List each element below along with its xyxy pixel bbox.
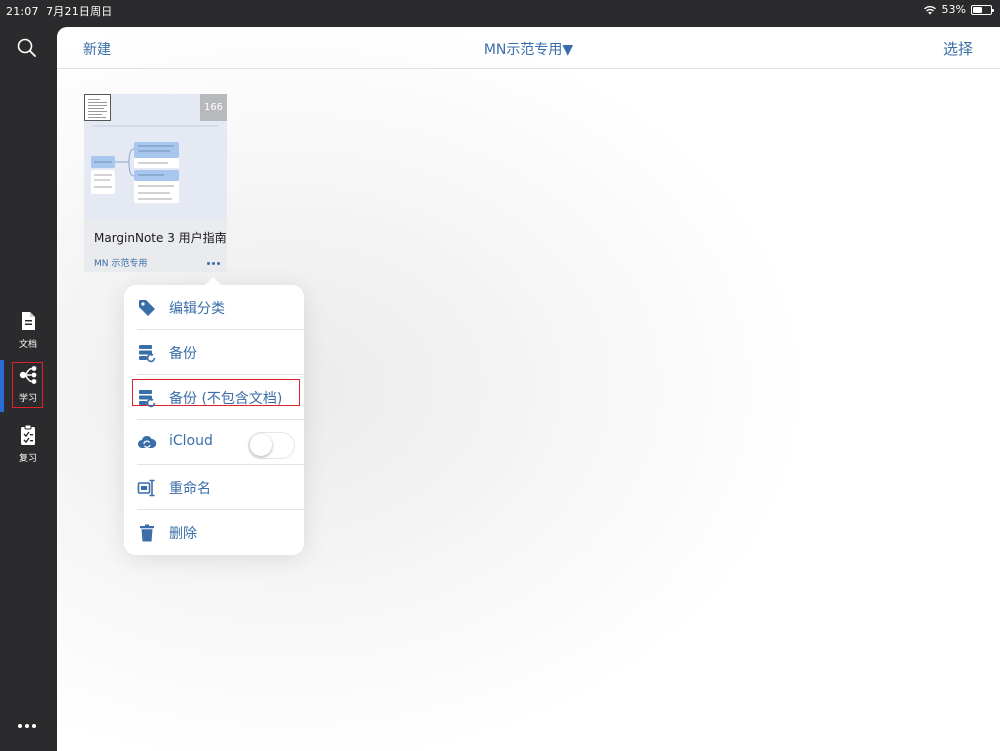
sidebar-item-label: 复习: [18, 454, 37, 464]
notebook-context-menu: 编辑分类 备份 备份 (不包含文档) iCloud 重命名 删除: [124, 277, 304, 555]
toggle-knob: [250, 434, 272, 456]
menu-item-rename[interactable]: 重命名: [124, 465, 304, 510]
menu-item-edit-category[interactable]: 编辑分类: [124, 285, 304, 330]
menu-item-icloud[interactable]: iCloud: [124, 420, 304, 465]
menu-item-backup-without-documents[interactable]: 备份 (不包含文档): [124, 375, 304, 420]
notebook-thumbnail: 166: [84, 94, 227, 218]
sidebar-item-study[interactable]: 学习: [0, 360, 56, 412]
clipboard-icon: [21, 424, 35, 445]
backup-icon: [139, 390, 156, 408]
trash-icon: [140, 524, 154, 542]
sidebar: 文档 学习 复习: [0, 20, 56, 751]
document-page-thumbnail: [84, 94, 111, 121]
select-button[interactable]: 选择: [943, 38, 973, 59]
top-navigation-bar: 新建 MN示范专用▼ 选择: [57, 27, 1000, 69]
notebook-category: MN 示范专用: [94, 259, 148, 269]
more-dots-icon[interactable]: [18, 724, 38, 734]
backup-icon: [139, 345, 156, 363]
mindmap-icon: [19, 366, 37, 384]
menu-item-label: 重命名: [169, 481, 211, 497]
battery-percent: 53%: [941, 3, 966, 16]
menu-item-backup[interactable]: 备份: [124, 330, 304, 375]
menu-item-label: iCloud: [169, 433, 213, 449]
status-date: 7月21日周日: [46, 5, 113, 18]
page-count-badge: 166: [200, 94, 227, 121]
notebook-card[interactable]: 166 MarginNote 3 用户指南 MN 示范专用: [84, 94, 227, 272]
menu-item-label: 编辑分类: [169, 301, 225, 317]
menu-item-label: 备份 (不包含文档): [169, 391, 283, 407]
sidebar-item-review[interactable]: 复习: [0, 420, 56, 472]
sidebar-item-documents[interactable]: 文档: [0, 306, 56, 358]
status-right: 53%: [923, 3, 994, 16]
tag-icon: [139, 300, 155, 316]
sidebar-item-label: 文档: [18, 340, 37, 350]
sidebar-item-label: 学习: [18, 394, 37, 404]
menu-item-label: 备份: [169, 346, 197, 362]
main-panel: 新建 MN示范专用▼ 选择 166 MarginNote 3 用户指南 MN 示…: [57, 27, 1000, 751]
icloud-toggle[interactable]: [248, 432, 295, 459]
battery-level: [973, 6, 982, 13]
status-time-date: 21:07 7月21日周日: [6, 3, 113, 19]
cloud-sync-icon: [138, 435, 157, 448]
search-icon[interactable]: [16, 37, 38, 59]
menu-item-label: 删除: [169, 526, 197, 542]
rename-icon: [137, 479, 155, 497]
menu-item-delete[interactable]: 删除: [124, 510, 304, 555]
status-time: 21:07: [6, 5, 39, 18]
wifi-icon: [923, 5, 936, 14]
notebook-title: MarginNote 3 用户指南: [94, 231, 227, 245]
notebook-filter-dropdown[interactable]: MN示范专用▼: [57, 39, 1000, 59]
battery-icon: [971, 4, 994, 15]
status-bar: 21:07 7月21日周日 53%: [0, 0, 1000, 20]
more-options-button[interactable]: [207, 262, 220, 265]
document-icon: [22, 312, 35, 330]
